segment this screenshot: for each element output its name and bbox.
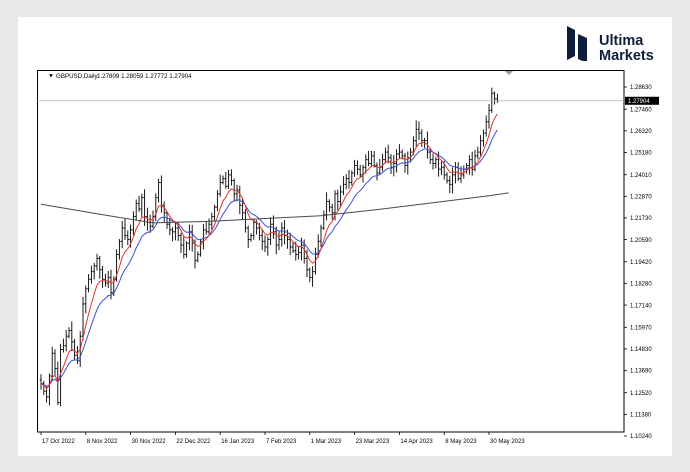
y-tick-label: 1.19420 xyxy=(630,260,652,266)
brand-logo: Ultima Markets xyxy=(565,25,675,69)
x-tick-label: 23 Mar 2023 xyxy=(356,439,390,445)
y-tick-label: 1.11380 xyxy=(630,413,652,419)
y-tick-label: 1.12520 xyxy=(630,391,652,397)
price-chart[interactable]: 1.28630 1.27460 1.26320 1.25180 1.24010 1.228… xyxy=(37,70,660,448)
y-tick-label: 1.10240 xyxy=(630,434,652,440)
x-tick-label: 8 Nov 2022 xyxy=(87,439,118,445)
y-tick-label: 1.20590 xyxy=(630,238,652,244)
x-tick-label: 1 Mar 2023 xyxy=(311,439,342,445)
chart-background xyxy=(37,70,660,448)
x-tick-label: 14 Apr 2023 xyxy=(400,439,433,445)
y-tick-label: 1.13690 xyxy=(630,369,652,375)
y-tick-label: 1.26320 xyxy=(630,129,652,135)
chart-symbol-label: GBPUSD,Daily xyxy=(56,73,99,80)
chart-header-marker: ▼ xyxy=(48,74,54,80)
y-tick-label: 1.27460 xyxy=(630,107,652,113)
x-tick-label: 8 May 2023 xyxy=(445,439,477,445)
x-tick-label: 16 Jan 2023 xyxy=(221,439,255,445)
x-tick-label: 17 Oct 2022 xyxy=(42,439,75,445)
chart-header: ▼ GBPUSD,Daily 1.27809 1.28059 1.27772 1… xyxy=(48,73,192,80)
x-tick-label: 22 Dec 2022 xyxy=(176,439,211,445)
y-tick-label: 1.28630 xyxy=(630,85,652,91)
brand-name-line2: Markets xyxy=(599,48,654,64)
y-tick-label: 1.18280 xyxy=(630,282,652,288)
ultima-markets-logo-icon xyxy=(567,26,587,61)
y-tick-label: 1.15970 xyxy=(630,325,652,331)
y-tick-label: 1.25180 xyxy=(630,151,652,157)
chart-ohlc-label: 1.27809 1.28059 1.27772 1.27904 xyxy=(97,73,192,80)
x-tick-label: 30 Nov 2022 xyxy=(132,439,167,445)
y-tick-label: 1.17140 xyxy=(630,303,652,309)
y-tick-label: 1.24010 xyxy=(630,173,652,179)
brand-name-line1: Ultima xyxy=(599,33,644,49)
y-tick-label: 1.21730 xyxy=(630,216,652,222)
x-tick-label: 30 May 2023 xyxy=(490,439,525,445)
y-tick-label: 1.14830 xyxy=(630,347,652,353)
brand-name: Ultima Markets xyxy=(599,34,654,64)
y-tick-label: 1.22870 xyxy=(630,195,652,201)
current-price-label: 1.27904 xyxy=(628,99,650,105)
x-tick-label: 7 Feb 2023 xyxy=(266,439,297,445)
